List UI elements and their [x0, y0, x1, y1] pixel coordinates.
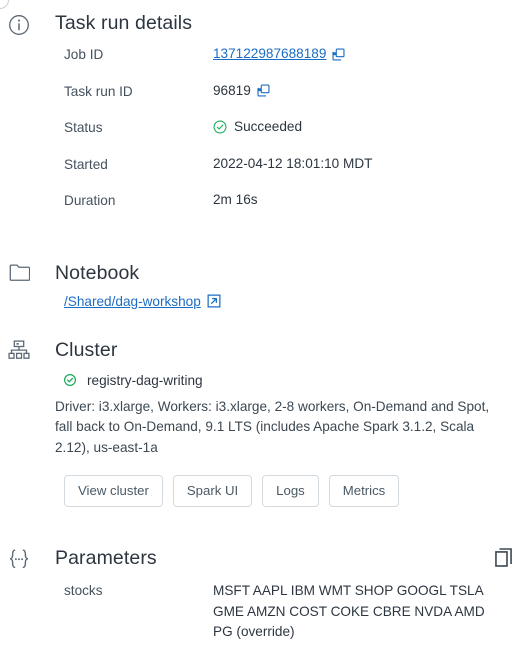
view-cluster-button[interactable]: View cluster	[64, 475, 163, 507]
external-link-icon[interactable]	[207, 294, 221, 308]
parameter-row: stocks MSFT AAPL IBM WMT SHOP GOOGL TSLA…	[64, 581, 499, 643]
task-run-id-value: 96819	[213, 82, 251, 98]
copy-job-id-icon[interactable]	[332, 47, 345, 61]
task-run-details-rows: Job ID 137122987688189 Task run ID 96819…	[0, 45, 519, 228]
notebook-path-link[interactable]: /Shared/dag-workshop	[64, 294, 201, 309]
detail-label-started: Started	[64, 156, 108, 172]
section-parameters: Parameters stocks MSFT AAPL IBM WMT SHOP…	[0, 545, 519, 643]
detail-row-status: Status Succeeded	[64, 118, 519, 155]
detail-row-duration: Duration 2m 16s	[64, 191, 519, 228]
detail-row-task-run-id: Task run ID 96819	[64, 82, 519, 119]
cluster-name-row: registry-dag-writing	[0, 373, 519, 388]
cluster-hierarchy-icon	[6, 338, 32, 364]
cluster-description: Driver: i3.xlarge, Workers: i3.xlarge, 2…	[55, 398, 490, 455]
logs-button[interactable]: Logs	[262, 475, 319, 507]
parameters-header: Parameters	[0, 545, 519, 571]
cluster-name: registry-dag-writing	[87, 372, 203, 388]
section-notebook: Notebook /Shared/dag-workshop	[0, 260, 519, 309]
copy-task-run-id-icon[interactable]	[257, 84, 270, 97]
parameter-key-stocks: stocks	[64, 583, 103, 598]
cluster-title: Cluster	[55, 338, 118, 361]
section-task-run-details: Task run details Job ID 137122987688189	[0, 0, 519, 228]
job-id-link[interactable]: 137122987688189	[213, 45, 326, 63]
page-title: Task run details	[55, 12, 193, 34]
detail-row-started: Started 2022-04-12 18:01:10 MDT	[64, 155, 519, 192]
duration-value: 2m 16s	[213, 192, 258, 207]
spark-ui-button[interactable]: Spark UI	[172, 475, 253, 507]
notebook-title: Notebook	[55, 261, 140, 284]
parameter-value-stocks: MSFT AAPL IBM WMT SHOP GOOGL TSLA GME AM…	[213, 583, 485, 639]
check-circle-icon	[213, 120, 227, 134]
detail-value-status: Succeeded	[213, 118, 302, 136]
info-circle-icon	[6, 12, 32, 38]
metrics-button[interactable]: Metrics	[328, 475, 400, 507]
section-cluster: Cluster registry-dag-writing Driver: i3.…	[0, 337, 519, 507]
detail-label-job-id: Job ID	[64, 47, 104, 62]
status-badge: Succeeded	[234, 119, 303, 134]
parameters-rows: stocks MSFT AAPL IBM WMT SHOP GOOGL TSLA…	[0, 581, 519, 643]
detail-value-job-id: 137122987688189	[213, 45, 345, 63]
detail-label-task-run-id: Task run ID	[64, 83, 133, 99]
notebook-path-row: /Shared/dag-workshop	[0, 294, 519, 309]
started-timestamp: 2022-04-12 18:01:10 MDT	[213, 155, 373, 171]
detail-label-duration: Duration	[64, 193, 116, 208]
folder-icon	[6, 260, 32, 286]
curly-braces-icon	[6, 546, 32, 572]
detail-label-status: Status	[64, 120, 103, 135]
check-circle-icon	[63, 373, 77, 387]
detail-row-job-id: Job ID 137122987688189	[64, 45, 519, 82]
copy-parameters-icon[interactable]	[495, 548, 512, 567]
detail-value-started: 2022-04-12 18:01:10 MDT	[213, 155, 372, 173]
cluster-action-buttons: View cluster Spark UI Logs Metrics	[0, 475, 519, 507]
detail-value-duration: 2m 16s	[213, 191, 258, 209]
task-run-details-panel: Task run details Job ID 137122987688189	[0, 0, 519, 647]
detail-value-task-run-id: 96819	[213, 82, 270, 100]
